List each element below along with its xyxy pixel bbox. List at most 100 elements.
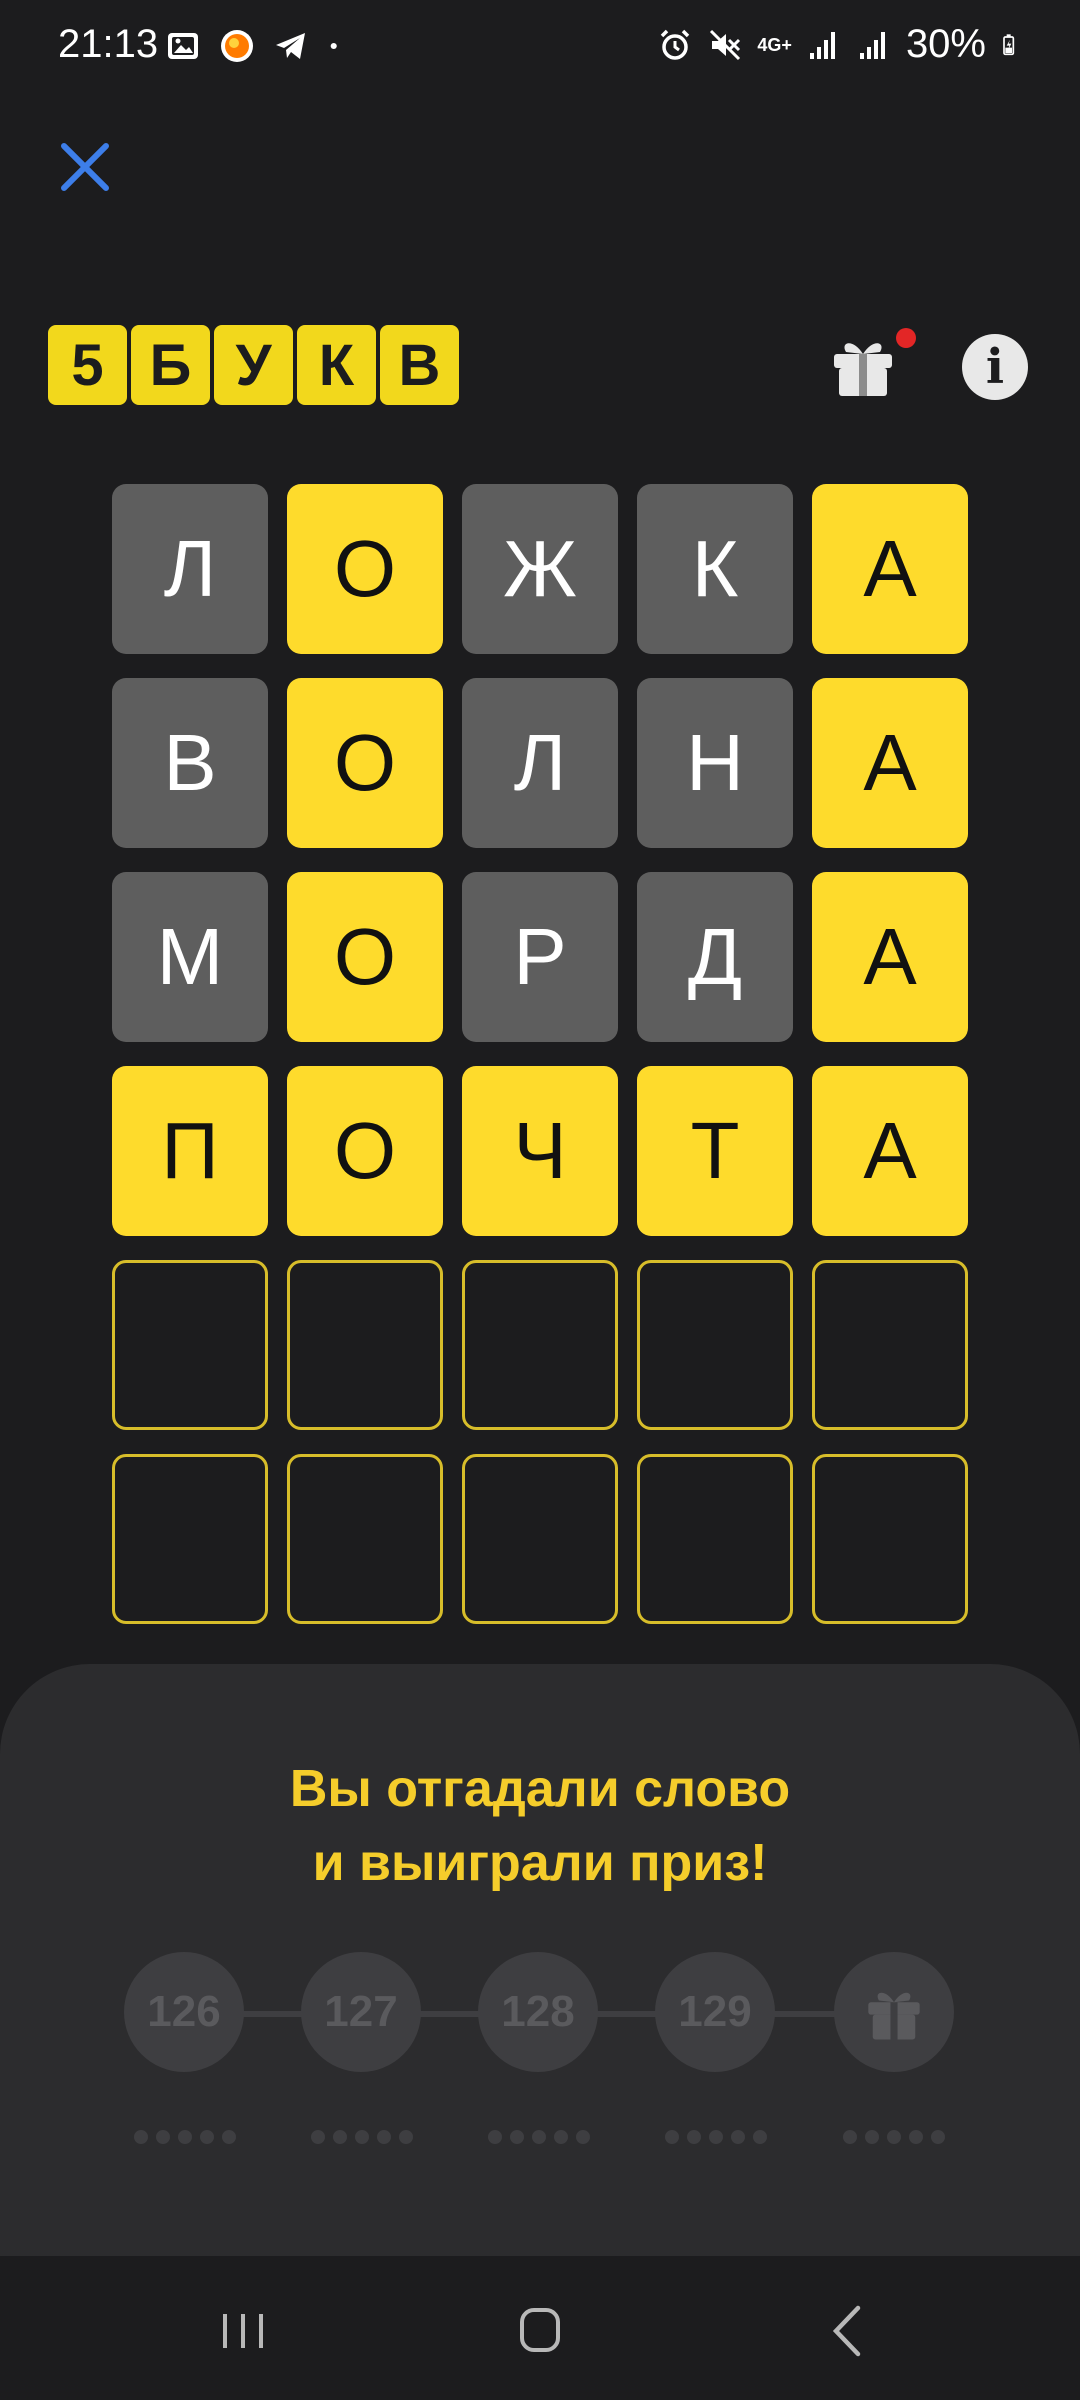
- gift-icon[interactable]: [828, 330, 898, 400]
- dot: [510, 2130, 524, 2144]
- empty-cell: [462, 1260, 618, 1430]
- gallery-icon: [168, 33, 198, 59]
- letter-cell: М: [112, 872, 268, 1042]
- dot: [488, 2130, 502, 2144]
- step-dots: [488, 2130, 590, 2144]
- letter-cell: Р: [462, 872, 618, 1042]
- letter-cell: О: [287, 678, 443, 848]
- dot: [178, 2130, 192, 2144]
- dot: [887, 2130, 901, 2144]
- dot: [554, 2130, 568, 2144]
- notification-badge: [896, 328, 916, 348]
- dot: [709, 2130, 723, 2144]
- letter-cell: П: [112, 1066, 268, 1236]
- logo-tile: Б: [131, 325, 210, 405]
- letter-cell: А: [812, 484, 968, 654]
- close-icon[interactable]: [56, 138, 114, 196]
- logo-tile: 5: [48, 325, 127, 405]
- empty-cell: [637, 1260, 793, 1430]
- letter-cell: Ж: [462, 484, 618, 654]
- grid-row: [112, 1454, 968, 1624]
- battery-charging-icon: [1003, 33, 1015, 55]
- grid-row: ПОЧТА: [112, 1066, 968, 1236]
- info-button[interactable]: i: [962, 334, 1028, 400]
- dot: [333, 2130, 347, 2144]
- result-title-line2: и выиграли приз!: [312, 1834, 768, 1892]
- step-dots: [843, 2130, 945, 2144]
- status-notification-icons: [165, 28, 349, 64]
- empty-cell: [462, 1454, 618, 1624]
- dot: [931, 2130, 945, 2144]
- logo-tile: В: [380, 325, 459, 405]
- dot: [311, 2130, 325, 2144]
- dot: [843, 2130, 857, 2144]
- dot: [200, 2130, 214, 2144]
- dot: [687, 2130, 701, 2144]
- letter-cell: А: [812, 1066, 968, 1236]
- empty-cell: [812, 1454, 968, 1624]
- alarm-icon: [661, 29, 690, 60]
- game-logo: 5 Б У К В: [48, 325, 459, 405]
- progress-step: 127: [301, 1952, 421, 2072]
- letter-cell: Л: [112, 484, 268, 654]
- letter-cell: Ч: [462, 1066, 618, 1236]
- progress-step: 129: [655, 1952, 775, 2072]
- letter-cell: Л: [462, 678, 618, 848]
- status-time: 21:13: [58, 22, 159, 66]
- progress-step-prize: [834, 1952, 954, 2072]
- empty-cell: [812, 1260, 968, 1430]
- letter-cell: Д: [637, 872, 793, 1042]
- letter-cell: О: [287, 484, 443, 654]
- home-icon[interactable]: [500, 2296, 580, 2366]
- network-type: 4G+: [757, 34, 792, 55]
- back-icon[interactable]: [808, 2296, 888, 2366]
- app-notification-icon: [221, 30, 253, 62]
- signal-icon: [809, 31, 835, 59]
- result-title-line1: Вы отгадали слово: [289, 1760, 791, 1818]
- letter-cell: А: [812, 872, 968, 1042]
- gift-icon: [868, 1992, 920, 2040]
- letter-cell: А: [812, 678, 968, 848]
- status-system-icons: 4G+ 30%: [657, 22, 1024, 67]
- recent-apps-icon[interactable]: [203, 2296, 283, 2366]
- grid-row: ВОЛНА: [112, 678, 968, 848]
- more-notifications-dot-icon: [330, 42, 337, 50]
- dot: [576, 2130, 590, 2144]
- grid-row: ЛОЖКА: [112, 484, 968, 654]
- telegram-icon: [276, 33, 305, 59]
- letter-cell: О: [287, 1066, 443, 1236]
- dot: [377, 2130, 391, 2144]
- dot: [665, 2130, 679, 2144]
- grid-row: [112, 1260, 968, 1430]
- dot: [753, 2130, 767, 2144]
- dot: [156, 2130, 170, 2144]
- dot: [399, 2130, 413, 2144]
- dot: [909, 2130, 923, 2144]
- letter-cell: О: [287, 872, 443, 1042]
- progress-step: 128: [478, 1952, 598, 2072]
- empty-cell: [287, 1260, 443, 1430]
- logo-tile: К: [297, 325, 376, 405]
- battery-percent: 30%: [905, 22, 986, 66]
- grid-row: МОРДА: [112, 872, 968, 1042]
- mute-icon: [710, 29, 741, 60]
- result-title: Вы отгадали слово и выиграли приз!: [0, 1752, 1080, 1900]
- dot: [355, 2130, 369, 2144]
- letter-cell: Т: [637, 1066, 793, 1236]
- info-icon: i: [985, 339, 1005, 395]
- word-grid: ЛОЖКАВОЛНАМОРДАПОЧТА: [112, 484, 968, 1648]
- system-navigation-bar: [0, 2256, 1080, 2400]
- step-dots: [134, 2130, 236, 2144]
- letter-cell: К: [637, 484, 793, 654]
- logo-tile: У: [214, 325, 293, 405]
- step-dots: [311, 2130, 413, 2144]
- empty-cell: [112, 1260, 268, 1430]
- dot: [134, 2130, 148, 2144]
- empty-cell: [637, 1454, 793, 1624]
- letter-cell: В: [112, 678, 268, 848]
- letter-cell: Н: [637, 678, 793, 848]
- status-bar: 21:13 4G+ 30%: [0, 0, 1080, 100]
- signal-icon-2: [859, 31, 885, 59]
- dot: [865, 2130, 879, 2144]
- empty-cell: [287, 1454, 443, 1624]
